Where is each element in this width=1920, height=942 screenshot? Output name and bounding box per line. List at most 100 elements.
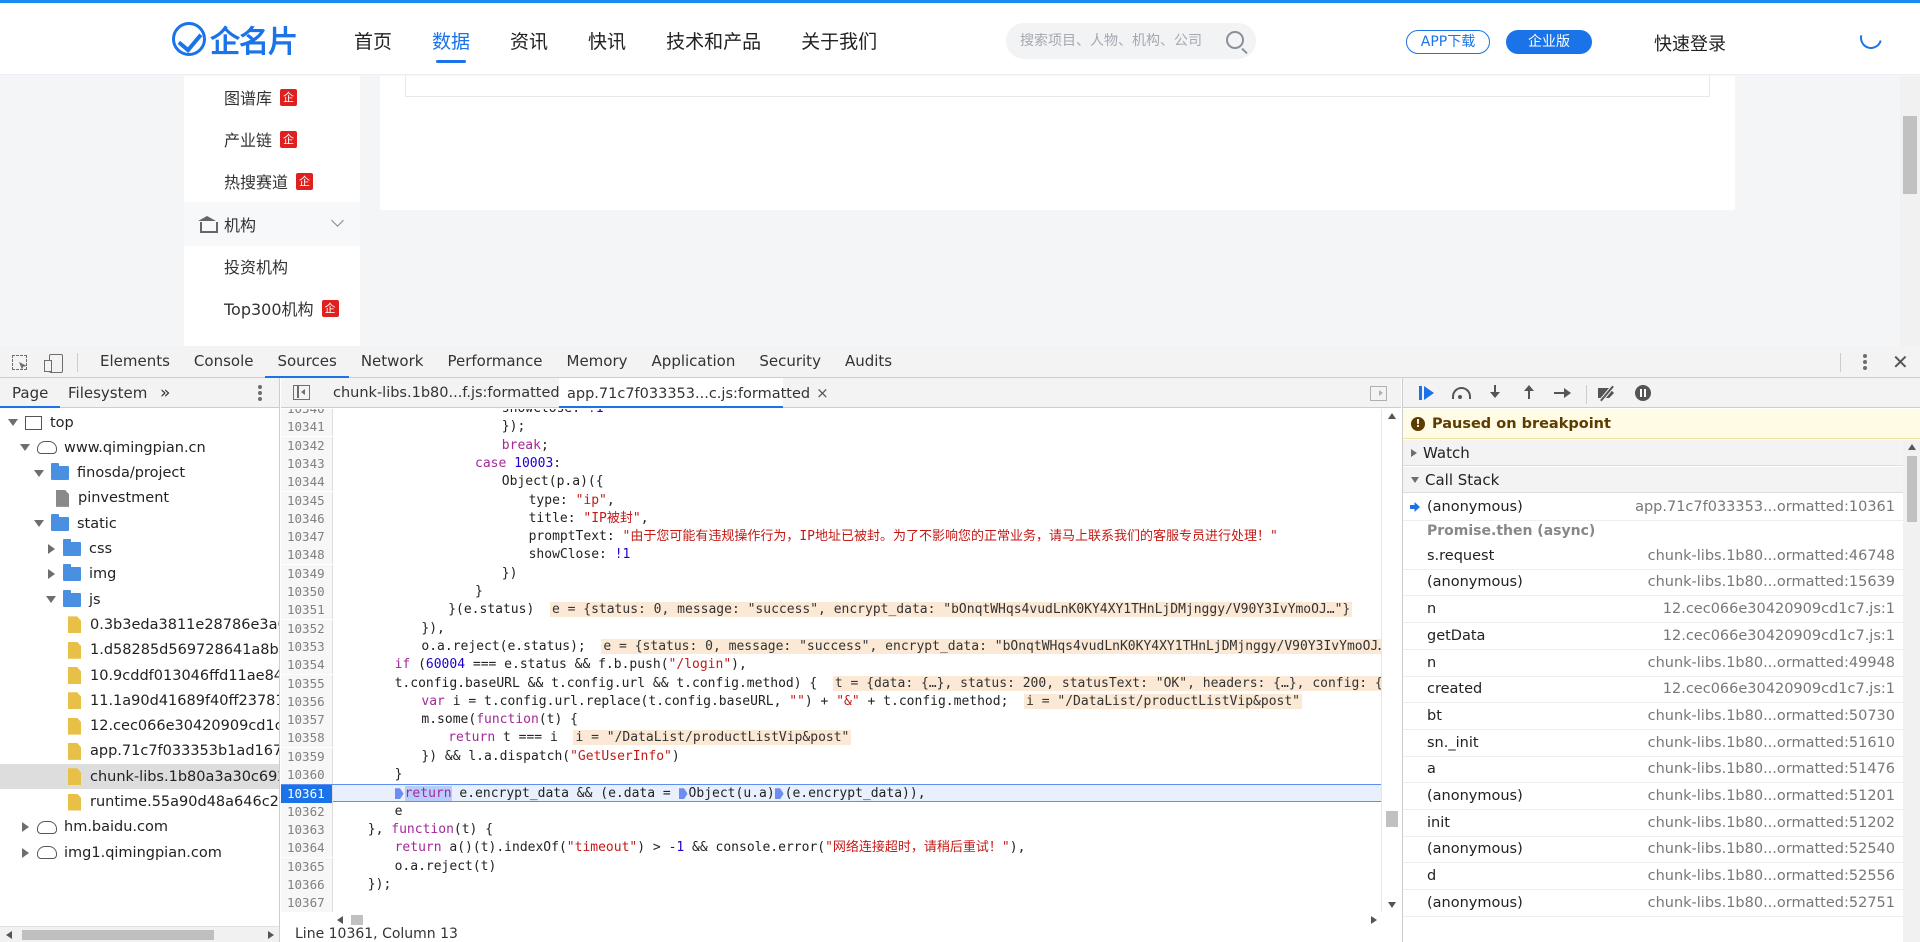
code-line[interactable]: 10349}) bbox=[281, 564, 1401, 583]
site-logo[interactable]: 企名片 bbox=[172, 21, 298, 60]
code-line[interactable]: 10354 if (60004 === e.status && f.b.push(… bbox=[281, 656, 1401, 675]
code-line[interactable]: 10367 bbox=[281, 894, 1401, 912]
tab-page[interactable]: Page bbox=[0, 378, 61, 408]
step-into-icon[interactable] bbox=[1485, 385, 1505, 401]
step-over-icon[interactable] bbox=[1451, 385, 1471, 401]
frame-location[interactable]: chunk-libs.1b80...ormatted:46748 bbox=[1648, 548, 1895, 564]
line-number[interactable]: 10342 bbox=[281, 436, 333, 455]
code-line[interactable]: 10351}(e.status) e = {status: 0, message… bbox=[281, 601, 1401, 620]
tab-memory[interactable]: Memory bbox=[555, 346, 640, 378]
tree-item[interactable]: pinvestment bbox=[0, 486, 279, 511]
code-line[interactable]: 10341}); bbox=[281, 418, 1401, 437]
close-tab-icon[interactable]: × bbox=[816, 384, 829, 402]
tab-network[interactable]: Network bbox=[349, 346, 436, 378]
line-number[interactable]: 10366 bbox=[281, 875, 333, 894]
expand-down-icon[interactable] bbox=[34, 520, 44, 528]
line-number[interactable]: 10350 bbox=[281, 583, 333, 601]
code-line[interactable]: 10340 showClose: !1 bbox=[281, 409, 1401, 418]
enterprise-button[interactable]: 企业版 bbox=[1506, 30, 1592, 54]
expand-right-icon[interactable] bbox=[22, 822, 29, 833]
code-line[interactable]: 10360} bbox=[281, 766, 1401, 784]
frame-location[interactable]: chunk-libs.1b80...ormatted:50730 bbox=[1648, 708, 1895, 724]
nav-home[interactable]: 首页 bbox=[354, 27, 392, 63]
tree-item[interactable]: chunk-libs.1b80a3a30c692 bbox=[0, 764, 279, 790]
code-line[interactable]: 10352}), bbox=[281, 619, 1401, 638]
frame-location[interactable]: chunk-libs.1b80...ormatted:51610 bbox=[1648, 735, 1895, 751]
expand-right-icon[interactable] bbox=[22, 847, 29, 858]
line-number[interactable]: 10347 bbox=[281, 528, 333, 547]
call-stack-frame[interactable]: d chunk-libs.1b80...ormatted:52556 bbox=[1403, 863, 1903, 891]
line-number[interactable]: 10349 bbox=[281, 564, 333, 583]
code-line[interactable]: 10359}) && l.a.dispatch("GetUserInfo") bbox=[281, 747, 1401, 766]
tree-item[interactable]: 1.d58285d569728641a8b6 bbox=[0, 638, 279, 663]
sidebar-item-industry-chain[interactable]: 产业链 企 bbox=[224, 127, 298, 151]
sidebar-item-graph-library[interactable]: 图谱库 企 bbox=[224, 85, 298, 109]
line-number[interactable]: 10365 bbox=[281, 857, 333, 876]
sidebar-item-investment-institutions[interactable]: 投资机构 bbox=[224, 254, 288, 278]
call-stack-frame[interactable]: created 12.cec066e30420909cd1c7.js:1 bbox=[1403, 676, 1903, 704]
frame-location[interactable]: chunk-libs.1b80...ormatted:52540 bbox=[1648, 841, 1895, 857]
expand-right-icon[interactable] bbox=[48, 544, 55, 554]
frame-location[interactable]: chunk-libs.1b80...ormatted:51201 bbox=[1648, 788, 1895, 804]
code-line[interactable]: 10350} bbox=[281, 583, 1401, 601]
search-icon[interactable] bbox=[1226, 31, 1244, 49]
expand-down-icon[interactable] bbox=[46, 596, 56, 604]
code-line[interactable]: 10366}); bbox=[281, 875, 1401, 894]
line-number[interactable]: 10343 bbox=[281, 454, 333, 473]
quick-login-link[interactable]: 快速登录 bbox=[1654, 30, 1726, 56]
call-stack-frame[interactable]: s.request chunk-libs.1b80...ormatted:4674… bbox=[1403, 543, 1903, 570]
nav-tech-products[interactable]: 技术和产品 bbox=[666, 27, 761, 63]
tree-item[interactable]: 0.3b3eda3811e28786e3a6 bbox=[0, 612, 279, 637]
code-line[interactable]: 10358 return t === i i = "/DataList/produ… bbox=[281, 729, 1401, 748]
sidebar-item-hot-tracks[interactable]: 热搜赛道 企 bbox=[224, 169, 314, 193]
frame-location[interactable]: 12.cec066e30420909cd1c7.js:1 bbox=[1663, 628, 1895, 644]
scroll-right-icon[interactable] bbox=[268, 931, 274, 939]
call-stack-frame[interactable]: (anonymous) app.71c7f033353...ormatted:10… bbox=[1403, 494, 1903, 521]
scroll-up-icon[interactable] bbox=[1908, 444, 1916, 450]
call-stack-frame[interactable]: bt chunk-libs.1b80...ormatted:50730 bbox=[1403, 703, 1903, 730]
tree-item[interactable]: js bbox=[0, 587, 279, 612]
line-number[interactable]: 10341 bbox=[281, 418, 333, 437]
line-number[interactable]: 10351 bbox=[281, 601, 333, 620]
tab-security[interactable]: Security bbox=[747, 346, 833, 378]
tree-item[interactable]: img1.qimingpian.com bbox=[0, 840, 279, 865]
tab-application[interactable]: Application bbox=[640, 346, 748, 378]
tab-console[interactable]: Console bbox=[182, 346, 266, 378]
close-devtools-icon[interactable]: ✕ bbox=[1892, 352, 1909, 372]
line-number[interactable]: 10359 bbox=[281, 747, 333, 766]
line-number[interactable]: 10354 bbox=[281, 656, 333, 675]
code-line[interactable]: 10355 t.config.baseURL && t.config.url &&… bbox=[281, 674, 1401, 693]
frame-location[interactable]: app.71c7f033353...ormatted:10361 bbox=[1635, 499, 1895, 515]
tree-item[interactable]: 11.1a90d41689f40ff23781. bbox=[0, 688, 279, 713]
scroll-right-icon[interactable] bbox=[1371, 916, 1377, 924]
line-number[interactable]: 10356 bbox=[281, 692, 333, 711]
sidebar-group-institutions[interactable]: 机构 bbox=[184, 202, 360, 246]
line-number[interactable]: 10353 bbox=[281, 637, 333, 656]
editor-vscrollbar[interactable] bbox=[1381, 409, 1401, 912]
code-line[interactable]: 10353 o.a.reject(e.status); e = {status: … bbox=[281, 637, 1401, 656]
expand-right-icon[interactable] bbox=[48, 569, 55, 580]
watch-section-header[interactable]: Watch bbox=[1403, 440, 1920, 466]
code-line[interactable]: 10342 break; bbox=[281, 436, 1401, 455]
line-number[interactable]: 10355 bbox=[281, 674, 333, 693]
code-line[interactable]: 10346 title: "IP被封", bbox=[281, 509, 1401, 528]
call-stack-frame[interactable]: a chunk-libs.1b80...ormatted:51476 bbox=[1403, 756, 1903, 784]
tree-item[interactable]: www.qimingpian.cn bbox=[0, 435, 279, 460]
scrollbar-thumb[interactable] bbox=[22, 930, 214, 940]
tree-item[interactable]: static bbox=[0, 511, 279, 536]
expand-down-icon[interactable] bbox=[20, 444, 30, 452]
nav-news[interactable]: 资讯 bbox=[510, 27, 548, 63]
call-stack-frame[interactable]: (anonymous) chunk-libs.1b80...ormatted:15… bbox=[1403, 569, 1903, 597]
resume-icon[interactable] bbox=[1417, 385, 1437, 401]
line-number[interactable]: 10367 bbox=[281, 894, 333, 912]
scroll-left-icon[interactable] bbox=[337, 916, 343, 924]
toggle-navigator-icon[interactable] bbox=[293, 385, 310, 400]
call-stack-frame[interactable]: getData 12.cec066e30420909cd1c7.js:1 bbox=[1403, 623, 1903, 650]
line-number[interactable]: 10345 bbox=[281, 491, 333, 510]
devtools-menu-icon[interactable] bbox=[1863, 360, 1867, 364]
execution-line[interactable]: 10361 return e.encrypt_data && (e.data = … bbox=[281, 784, 1401, 804]
frame-location[interactable]: chunk-libs.1b80...ormatted:49948 bbox=[1648, 655, 1895, 671]
tree-item[interactable]: finosda/project bbox=[0, 461, 279, 486]
sidebar-item-top300[interactable]: Top300机构 企 bbox=[224, 296, 339, 320]
navigator-menu-icon[interactable] bbox=[258, 391, 262, 395]
